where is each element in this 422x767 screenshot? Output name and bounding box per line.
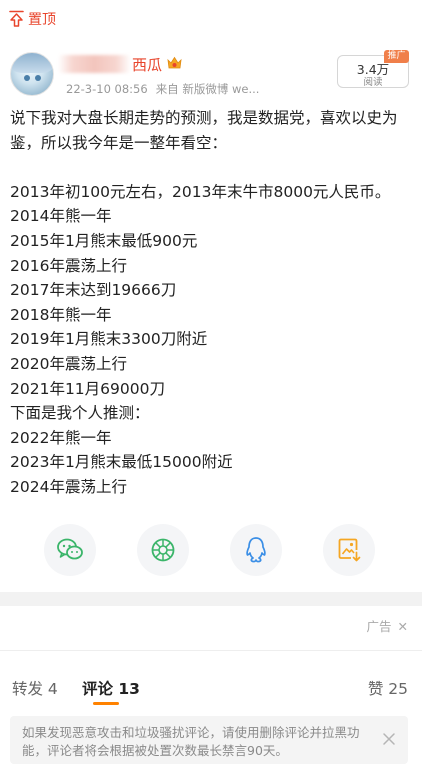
comment-policy-notice: 如果发现恶意攻击和垃圾骚扰评论，请使用删除评论并拉黑功能，评论者将会根据被处置次…: [10, 716, 408, 764]
post-line: 2016年震荡上行: [10, 256, 127, 275]
post-line: 2018年熊一年: [10, 305, 112, 324]
ad-label: 广告: [366, 619, 392, 634]
save-image-button[interactable]: [323, 524, 375, 576]
post-source[interactable]: 来自 新版微博 we...: [156, 82, 260, 96]
post-line: 2021年11月69000刀: [10, 379, 165, 398]
share-moments-button[interactable]: [137, 524, 189, 576]
share-row: [0, 520, 422, 580]
avatar[interactable]: [10, 52, 54, 96]
interaction-tabs: 转发 4 评论 13 赞 25: [0, 660, 422, 710]
close-icon[interactable]: [382, 732, 396, 746]
share-qq-button[interactable]: [230, 524, 282, 576]
post-line: 2014年熊一年: [10, 207, 112, 226]
pin-top-icon: [9, 10, 24, 27]
save-image-icon: [338, 538, 361, 562]
notice-text: 如果发现恶意攻击和垃圾骚扰评论，请使用删除评论并拉黑功能，评论者将会根据被处置次…: [22, 725, 360, 758]
read-count-label: 阅读: [363, 77, 383, 88]
share-wechat-button[interactable]: [44, 524, 96, 576]
post-line: 2013年初100元左右，2013年末牛市8000元人民币。: [10, 182, 391, 201]
post-time: 22-3-10 08:56: [66, 82, 148, 96]
post-line: 2015年1月熊末最低900元: [10, 231, 198, 250]
post-line: 说下我对大盘长期走势的预测，我是数据党，喜欢以史为: [10, 109, 398, 127]
post-line: 下面是我个人推测：: [10, 404, 150, 423]
tab-repost[interactable]: 转发 4: [12, 677, 58, 699]
close-icon: ✕: [397, 619, 408, 634]
user-name[interactable]: 西瓜: [132, 54, 162, 75]
blurred-username: [58, 55, 131, 73]
qq-icon: [246, 537, 266, 563]
wechat-icon: [57, 538, 83, 560]
post-line-blank: [10, 155, 412, 180]
pin-top-bar: 置顶: [0, 0, 422, 38]
post-line: 2017年末达到19666刀: [10, 281, 177, 300]
post-line: 2019年1月熊末3300刀附近: [10, 330, 208, 349]
moments-icon: [151, 538, 175, 562]
post-line: 2022年熊一年: [10, 428, 112, 447]
ad-close-control[interactable]: 广告 ✕: [367, 616, 408, 635]
post-body: 说下我对大盘长期走势的预测，我是数据党，喜欢以史为 鉴，所以我今年是一整年看空：…: [10, 106, 412, 500]
tab-like[interactable]: 赞 25: [368, 677, 408, 699]
tab-comment[interactable]: 评论 13: [82, 677, 140, 699]
tab-active-indicator: [93, 702, 119, 705]
post-line: 鉴，所以我今年是一整年看空：: [10, 133, 228, 152]
section-divider: [0, 592, 422, 606]
pin-top-label: 置顶: [28, 12, 56, 28]
promo-tag: 推广: [384, 50, 409, 63]
post-meta: 22-3-10 08:56 来自 新版微博 we...: [66, 81, 259, 97]
post-line: 2020年震荡上行: [10, 354, 127, 373]
post-line: 2023年1月熊末最低15000附近: [10, 453, 233, 472]
post-line: 2024年震荡上行: [10, 477, 127, 496]
vip-crown-icon: [167, 56, 182, 69]
ad-slot: 广告 ✕: [0, 606, 422, 651]
